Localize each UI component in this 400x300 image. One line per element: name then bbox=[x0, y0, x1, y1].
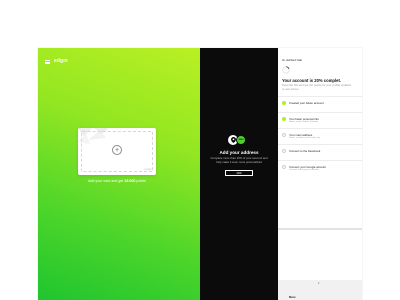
address-icons: 5000 bbox=[228, 135, 252, 145]
scroll-handle[interactable] bbox=[278, 228, 362, 230]
greeting: Hi, Edibed Nab bbox=[282, 58, 303, 62]
points-badge: 5000 bbox=[236, 135, 246, 145]
brand-logo[interactable]: edgm bbox=[54, 58, 68, 64]
app-canvas: edgm + edgm Add your card and get 15.000… bbox=[0, 0, 400, 300]
task-item[interactable]: Your basic personal info Name, email, mo… bbox=[278, 112, 362, 128]
card-placeholder[interactable]: + edgm bbox=[78, 128, 156, 175]
progress-circle-icon bbox=[282, 66, 290, 74]
task-item[interactable]: Connect your Google account Connect to k… bbox=[278, 160, 362, 176]
profile-panel: Hi, Edibed Nab Your account is 20% compl… bbox=[278, 48, 362, 300]
task-title: Connect to the Facebook bbox=[289, 148, 321, 153]
address-panel: 5000 Add your address Complete more than… bbox=[200, 48, 278, 300]
more-label: More bbox=[289, 295, 296, 299]
more-section[interactable]: More bbox=[278, 280, 362, 300]
address-description: Complete more than 10% of your account a… bbox=[210, 156, 268, 164]
card-panel: edgm + edgm Add your card and get 15.000… bbox=[38, 48, 200, 300]
task-list: Created your Adam account Your basic per… bbox=[278, 96, 362, 176]
task-check-icon bbox=[282, 165, 286, 169]
card-brand: edgm bbox=[144, 167, 152, 171]
card-caption: Add your card and get 15.000 points bbox=[88, 179, 146, 183]
task-check-icon bbox=[282, 117, 286, 121]
chevron-down-icon[interactable]: ▾ bbox=[318, 281, 320, 285]
address-title: Add your address bbox=[219, 150, 259, 155]
task-subtitle: Connect to keep your calendar bbox=[289, 168, 319, 171]
task-check-icon bbox=[282, 149, 286, 153]
task-check-icon bbox=[282, 133, 286, 137]
task-item[interactable]: Your main address Street, number, postal… bbox=[278, 128, 362, 144]
task-item[interactable]: Connect to the Facebook bbox=[278, 144, 362, 160]
progress-description: Keep the this and get the points for you… bbox=[282, 83, 351, 91]
task-title: Created your Adam account bbox=[289, 100, 324, 105]
task-item[interactable]: Created your Adam account bbox=[278, 96, 362, 112]
app-window: edgm + edgm Add your card and get 15.000… bbox=[38, 48, 362, 300]
task-subtitle: Street, number, postal code, city bbox=[289, 136, 321, 139]
add-address-button[interactable]: ADD bbox=[225, 170, 253, 176]
menu-icon[interactable] bbox=[45, 60, 50, 64]
add-card-icon[interactable]: + bbox=[112, 145, 122, 155]
task-subtitle: Name, email, mobile, birthday bbox=[289, 120, 318, 123]
task-check-icon bbox=[282, 101, 286, 105]
